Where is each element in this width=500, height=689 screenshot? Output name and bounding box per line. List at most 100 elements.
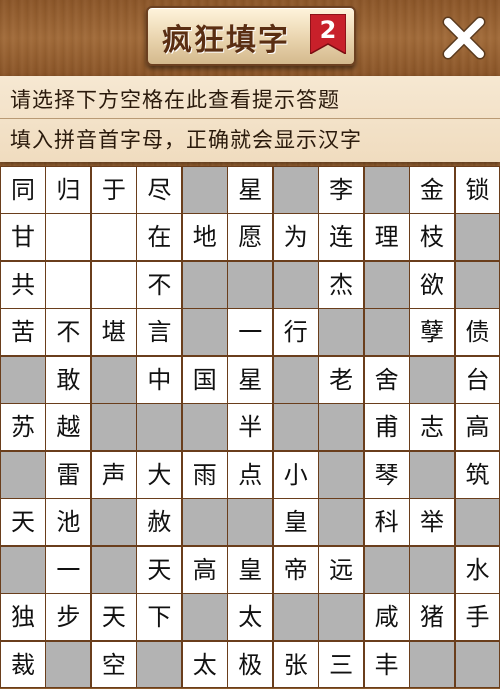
puzzle-cell[interactable]: 帝	[272, 545, 319, 594]
puzzle-cell[interactable]	[90, 213, 137, 262]
puzzle-cell[interactable]: 台	[454, 355, 500, 404]
puzzle-cell[interactable]: 苦	[0, 308, 46, 357]
puzzle-cell[interactable]: 老	[318, 355, 365, 404]
puzzle-cell[interactable]: 不	[45, 308, 92, 357]
puzzle-cell[interactable]: 大	[136, 450, 183, 499]
puzzle-cell[interactable]: 为	[272, 213, 319, 262]
puzzle-cell[interactable]: 筑	[454, 450, 500, 499]
puzzle-cell[interactable]: 言	[136, 308, 183, 357]
puzzle-cell[interactable]: 猪	[409, 593, 456, 642]
puzzle-cell[interactable]: 甫	[363, 403, 410, 452]
blocked-cell	[181, 403, 228, 452]
puzzle-cell[interactable]: 三	[318, 640, 365, 689]
puzzle-cell[interactable]: 点	[227, 450, 274, 499]
puzzle-cell[interactable]: 中	[136, 355, 183, 404]
puzzle-cell[interactable]: 敢	[45, 355, 92, 404]
puzzle-cell[interactable]: 举	[409, 498, 456, 547]
puzzle-cell[interactable]: 行	[272, 308, 319, 357]
puzzle-cell[interactable]: 池	[45, 498, 92, 547]
blocked-cell	[90, 403, 137, 452]
puzzle-cell[interactable]: 星	[227, 166, 274, 214]
puzzle-cell[interactable]: 归	[45, 166, 92, 214]
game-title: 疯狂填字	[162, 23, 290, 58]
blocked-cell	[454, 498, 500, 547]
puzzle-cell[interactable]: 星	[227, 355, 274, 404]
puzzle-cell[interactable]: 越	[45, 403, 92, 452]
puzzle-cell[interactable]: 地	[181, 213, 228, 262]
puzzle-cell[interactable]: 苏	[0, 403, 46, 452]
puzzle-cell[interactable]: 枝	[409, 213, 456, 262]
puzzle-cell[interactable]: 下	[136, 593, 183, 642]
puzzle-cell[interactable]: 太	[181, 640, 228, 689]
puzzle-cell[interactable]: 锁	[454, 166, 500, 214]
puzzle-cell[interactable]: 同	[0, 166, 46, 214]
blocked-cell	[454, 260, 500, 309]
puzzle-cell[interactable]: 天	[90, 593, 137, 642]
blocked-cell	[363, 166, 410, 214]
puzzle-cell[interactable]: 甘	[0, 213, 46, 262]
puzzle-cell[interactable]: 天	[0, 498, 46, 547]
puzzle-cell[interactable]: 于	[90, 166, 137, 214]
puzzle-cell[interactable]: 理	[363, 213, 410, 262]
blocked-cell	[454, 640, 500, 689]
level-number: 2	[319, 16, 337, 44]
puzzle-cell[interactable]: 杰	[318, 260, 365, 309]
hint-divider	[0, 118, 500, 119]
puzzle-cell[interactable]: 不	[136, 260, 183, 309]
puzzle-cell[interactable]: 咸	[363, 593, 410, 642]
puzzle-cell[interactable]: 琴	[363, 450, 410, 499]
puzzle-cell[interactable]: 空	[90, 640, 137, 689]
blocked-cell	[272, 260, 319, 309]
blocked-cell	[363, 308, 410, 357]
blocked-cell	[227, 260, 274, 309]
puzzle-cell[interactable]: 丰	[363, 640, 410, 689]
puzzle-cell[interactable]: 孽	[409, 308, 456, 357]
puzzle-cell[interactable]: 水	[454, 545, 500, 594]
puzzle-cell[interactable]: 皇	[227, 545, 274, 594]
puzzle-cell[interactable]: 小	[272, 450, 319, 499]
puzzle-cell[interactable]: 一	[45, 545, 92, 594]
top-bar: 疯狂填字 2	[0, 0, 500, 76]
puzzle-cell[interactable]: 高	[454, 403, 500, 452]
puzzle-cell[interactable]: 国	[181, 355, 228, 404]
puzzle-cell[interactable]: 科	[363, 498, 410, 547]
blocked-cell	[45, 640, 92, 689]
puzzle-cell[interactable]: 舍	[363, 355, 410, 404]
puzzle-cell[interactable]: 张	[272, 640, 319, 689]
puzzle-cell[interactable]: 尽	[136, 166, 183, 214]
puzzle-cell[interactable]	[90, 260, 137, 309]
close-button[interactable]	[438, 12, 490, 64]
puzzle-cell[interactable]: 共	[0, 260, 46, 309]
puzzle-cell[interactable]: 天	[136, 545, 183, 594]
puzzle-cell[interactable]: 皇	[272, 498, 319, 547]
puzzle-cell[interactable]: 金	[409, 166, 456, 214]
puzzle-cell[interactable]: 李	[318, 166, 365, 214]
puzzle-cell[interactable]: 志	[409, 403, 456, 452]
puzzle-cell[interactable]: 雨	[181, 450, 228, 499]
puzzle-cell[interactable]: 赦	[136, 498, 183, 547]
puzzle-cell[interactable]: 堪	[90, 308, 137, 357]
puzzle-cell[interactable]: 一	[227, 308, 274, 357]
puzzle-cell[interactable]: 太	[227, 593, 274, 642]
puzzle-cell[interactable]: 步	[45, 593, 92, 642]
puzzle-cell[interactable]: 高	[181, 545, 228, 594]
blocked-cell	[318, 308, 365, 357]
puzzle-cell[interactable]: 欲	[409, 260, 456, 309]
puzzle-cell[interactable]: 独	[0, 593, 46, 642]
puzzle-cell[interactable]	[45, 260, 92, 309]
puzzle-cell[interactable]: 裁	[0, 640, 46, 689]
puzzle-cell[interactable]: 半	[227, 403, 274, 452]
blocked-cell	[318, 498, 365, 547]
puzzle-cell[interactable]: 在	[136, 213, 183, 262]
puzzle-cell[interactable]: 债	[454, 308, 500, 357]
puzzle-cell[interactable]: 愿	[227, 213, 274, 262]
puzzle-cell[interactable]: 雷	[45, 450, 92, 499]
puzzle-cell[interactable]: 声	[90, 450, 137, 499]
puzzle-cell[interactable]: 极	[227, 640, 274, 689]
blocked-cell	[409, 355, 456, 404]
puzzle-cell[interactable]	[45, 213, 92, 262]
blocked-cell	[90, 545, 137, 594]
puzzle-cell[interactable]: 连	[318, 213, 365, 262]
puzzle-cell[interactable]: 手	[454, 593, 500, 642]
puzzle-cell[interactable]: 远	[318, 545, 365, 594]
